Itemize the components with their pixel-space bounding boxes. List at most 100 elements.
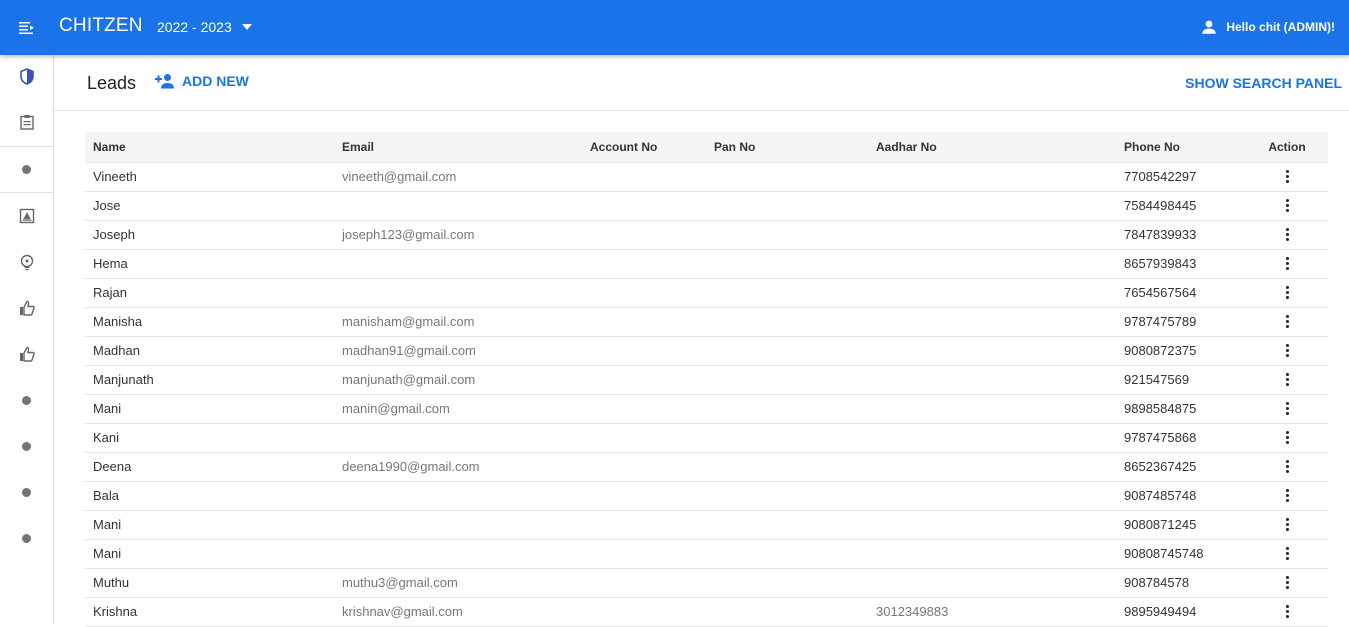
table-row[interactable]: Vineeth vineeth@gmail.com 7708542297 <box>85 162 1328 192</box>
more-vert-icon[interactable] <box>1277 573 1297 593</box>
lead-account-no-cell <box>582 568 706 598</box>
dot-icon <box>22 487 31 497</box>
lead-name-cell: Mani <box>85 394 334 424</box>
table-row[interactable]: Manisha manisham@gmail.com 9787475789 <box>85 307 1328 337</box>
lead-phone-no-cell: 8657939843 <box>1116 249 1246 279</box>
column-header-aadhar-no[interactable]: Aadhar No <box>868 132 1116 163</box>
table-row[interactable]: Bala 9087485748 <box>85 481 1328 511</box>
sidebar-divider <box>0 192 53 193</box>
table-row[interactable]: Muthu muthu3@gmail.com 908784578 <box>85 568 1328 598</box>
more-vert-icon[interactable] <box>1277 370 1297 390</box>
dot-icon <box>22 395 31 405</box>
more-vert-icon[interactable] <box>1277 399 1297 419</box>
lead-action-cell <box>1246 162 1328 192</box>
user-menu[interactable]: Hello chit (ADMIN)! <box>1200 18 1335 36</box>
lead-email-cell: muthu3@gmail.com <box>334 568 582 598</box>
column-header-name[interactable]: Name <box>85 132 334 163</box>
lead-phone-no-cell: 9087485748 <box>1116 481 1246 511</box>
table-row[interactable]: Mani 90808745748 <box>85 539 1328 569</box>
lead-action-cell <box>1246 539 1328 569</box>
more-vert-icon[interactable] <box>1277 341 1297 361</box>
lead-email-cell <box>334 191 582 221</box>
more-vert-icon[interactable] <box>1277 283 1297 303</box>
lead-name-cell: Mani <box>85 510 334 540</box>
table-row[interactable]: Rajan 7654567564 <box>85 278 1328 308</box>
more-vert-icon[interactable] <box>1277 486 1297 506</box>
more-vert-icon[interactable] <box>1277 225 1297 245</box>
lead-phone-no-cell: 90808745748 <box>1116 539 1246 569</box>
lead-account-no-cell <box>582 336 706 366</box>
lead-action-cell <box>1246 394 1328 424</box>
lead-name-cell: Rajan <box>85 278 334 308</box>
lead-account-no-cell <box>582 191 706 221</box>
lead-phone-no-cell: 9787475868 <box>1116 423 1246 453</box>
lead-name-cell: Madhan <box>85 336 334 366</box>
lead-phone-no-cell: 7708542297 <box>1116 162 1246 192</box>
more-vert-icon[interactable] <box>1277 544 1297 564</box>
caret-down-icon <box>241 24 252 30</box>
column-header-pan-no[interactable]: Pan No <box>706 132 868 163</box>
column-header-phone-no[interactable]: Phone No <box>1116 132 1246 163</box>
lead-name-cell: Kani <box>85 423 334 453</box>
lead-account-no-cell <box>582 481 706 511</box>
lead-email-cell <box>334 510 582 540</box>
lead-phone-no-cell: 7847839933 <box>1116 220 1246 250</box>
sidebar-item-clipboard[interactable] <box>0 107 53 137</box>
more-vert-icon[interactable] <box>1277 515 1297 535</box>
sidebar-item-account-box[interactable] <box>0 201 53 231</box>
sidebar-item-dot-4[interactable] <box>0 477 53 507</box>
lead-pan-no-cell <box>706 510 868 540</box>
menu-toggle-button[interactable] <box>0 0 54 55</box>
more-vert-icon[interactable] <box>1277 602 1297 622</box>
lead-email-cell <box>334 423 582 453</box>
table-row[interactable]: Manjunath manjunath@gmail.com 921547569 <box>85 365 1328 395</box>
table-row[interactable]: Hema 8657939843 <box>85 249 1328 279</box>
lead-aadhar-no-cell <box>868 336 1116 366</box>
lead-pan-no-cell <box>706 423 868 453</box>
sidebar-item-dot-3[interactable] <box>0 431 53 461</box>
lead-action-cell <box>1246 249 1328 279</box>
lead-aadhar-no-cell <box>868 162 1116 192</box>
sidebar-item-shield[interactable] <box>0 61 53 91</box>
lead-aadhar-no-cell <box>868 423 1116 453</box>
sidebar-item-dot[interactable] <box>0 154 53 184</box>
table-row[interactable]: Mani 9080871245 <box>85 510 1328 540</box>
more-vert-icon[interactable] <box>1277 428 1297 448</box>
lead-name-cell: Vineeth <box>85 162 334 192</box>
sidebar-item-thumb-up[interactable] <box>0 293 53 323</box>
lead-email-cell: krishnav@gmail.com <box>334 597 582 627</box>
more-vert-icon[interactable] <box>1277 167 1297 187</box>
lead-account-no-cell <box>582 539 706 569</box>
column-header-account-no[interactable]: Account No <box>582 132 706 163</box>
table-row[interactable]: Mani manin@gmail.com 9898584875 <box>85 394 1328 424</box>
table-row[interactable]: Deena deena1990@gmail.com 8652367425 <box>85 452 1328 482</box>
more-vert-icon[interactable] <box>1277 254 1297 274</box>
financial-year-selector[interactable]: 2022 - 2023 <box>157 19 252 35</box>
lead-action-cell <box>1246 452 1328 482</box>
table-row[interactable]: Kani 9787475868 <box>85 423 1328 453</box>
sidebar-item-thumb-up-2[interactable] <box>0 339 53 369</box>
show-search-panel-button[interactable]: SHOW SEARCH PANEL <box>1185 75 1342 91</box>
lead-phone-no-cell: 8652367425 <box>1116 452 1246 482</box>
lead-action-cell <box>1246 365 1328 395</box>
lead-email-cell: joseph123@gmail.com <box>334 220 582 250</box>
add-new-button[interactable]: ADD NEW <box>155 73 249 89</box>
sidebar-item-lightbulb[interactable] <box>0 247 53 277</box>
table-row[interactable]: Joseph joseph123@gmail.com 7847839933 <box>85 220 1328 250</box>
sidebar-item-dot-5[interactable] <box>0 523 53 553</box>
more-vert-icon[interactable] <box>1277 457 1297 477</box>
more-vert-icon[interactable] <box>1277 196 1297 216</box>
sidebar-item-dot-2[interactable] <box>0 385 53 415</box>
table-row[interactable]: Krishna krishnav@gmail.com 3012349883 98959… <box>85 597 1328 627</box>
table-row[interactable]: Madhan madhan91@gmail.com 9080872375 <box>85 336 1328 366</box>
dot-icon <box>22 164 31 174</box>
lead-aadhar-no-cell <box>868 191 1116 221</box>
menu-open-icon <box>19 21 34 34</box>
person-icon <box>1202 20 1217 34</box>
table-row[interactable]: Jose 7584498445 <box>85 191 1328 221</box>
lead-email-cell <box>334 278 582 308</box>
lead-email-cell: vineeth@gmail.com <box>334 162 582 192</box>
lead-pan-no-cell <box>706 597 868 627</box>
column-header-email[interactable]: Email <box>334 132 582 163</box>
more-vert-icon[interactable] <box>1277 312 1297 332</box>
